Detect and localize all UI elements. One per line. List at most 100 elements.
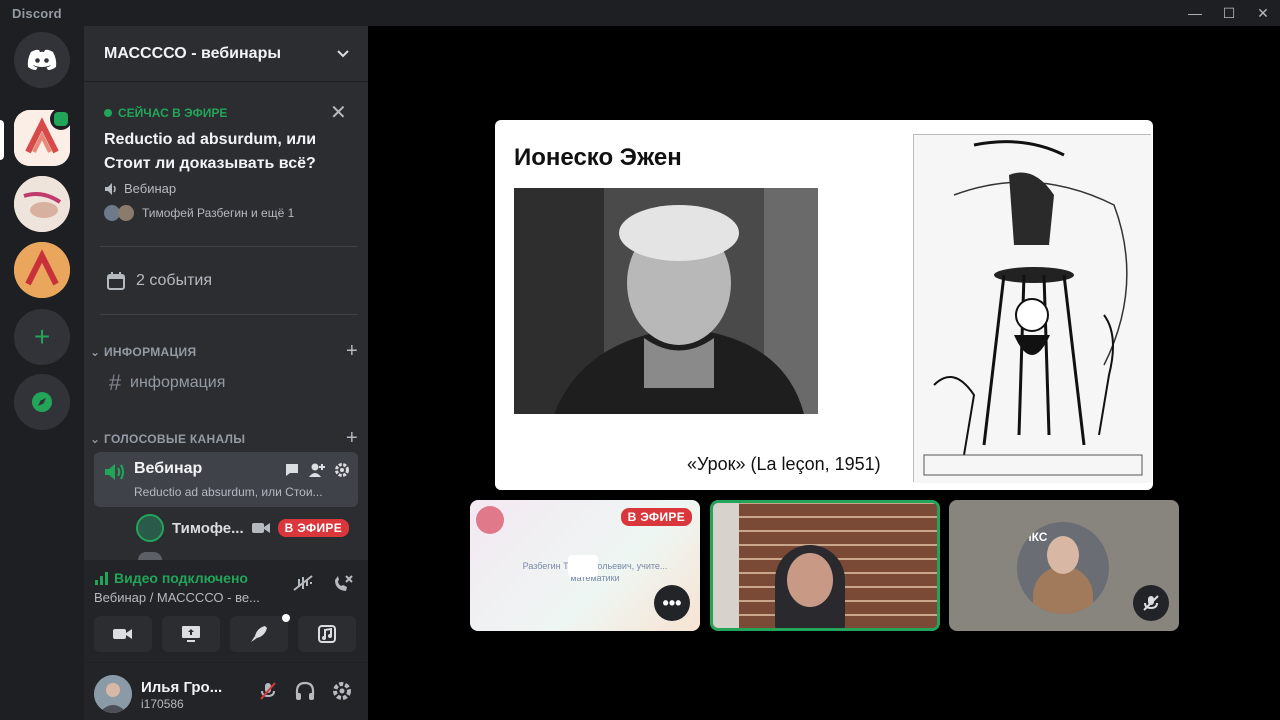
app-name: Discord [12, 5, 62, 21]
connection-status[interactable]: Видео подключено [94, 570, 248, 586]
screen-share-button[interactable] [162, 616, 220, 652]
rocket-icon [251, 626, 267, 642]
disconnect-icon[interactable] [332, 574, 354, 594]
signal-icon [95, 572, 108, 585]
speaker-icon [105, 182, 116, 195]
avatar [136, 514, 164, 542]
connection-location[interactable]: Вебинар / МАССССО - ве... [94, 590, 260, 605]
video-feed-window [713, 503, 739, 628]
participant-tile-speaking[interactable] [710, 500, 940, 631]
category-voice[interactable]: ⌄ ГОЛОСОВЫЕ КАНАЛЫ + [90, 427, 358, 450]
compass-icon [32, 392, 52, 412]
poster-illustration [913, 134, 1152, 483]
server-name: МАССССО - вебинары [104, 44, 281, 62]
camera-button[interactable] [94, 616, 152, 652]
video-camera-icon [251, 523, 270, 533]
event-participants[interactable]: Тимофей Разбегин и ещё 1 [104, 205, 294, 221]
live-badge: В ЭФИРЕ [620, 508, 692, 526]
divider [100, 314, 358, 315]
maximize-button[interactable]: ☐ [1212, 0, 1246, 26]
server-3[interactable] [14, 242, 70, 298]
mic-muted-icon [1133, 585, 1169, 621]
activities-button[interactable] [230, 614, 290, 652]
server-header[interactable]: МАССССО - вебинары [84, 26, 368, 82]
hash-icon: # [108, 370, 122, 395]
chevron-down-icon: ⌄ [90, 431, 104, 446]
server-2[interactable] [14, 176, 70, 232]
speaker-icon [105, 464, 124, 480]
poster-drawing-icon [914, 135, 1152, 483]
portrait-image-icon [514, 188, 818, 414]
selected-server-pill [0, 120, 4, 160]
avatar [138, 552, 162, 560]
soundboard-icon [318, 625, 336, 643]
calendar-icon [107, 272, 125, 290]
user-tag: i170586 [141, 697, 184, 711]
invite-user-icon[interactable] [308, 462, 326, 478]
noise-suppression-icon[interactable] [292, 574, 314, 592]
live-now-label: СЕЙЧАС В ЭФИРЕ [104, 106, 227, 120]
server-rail: + [0, 26, 84, 720]
chevron-down-icon [337, 49, 349, 57]
add-server-button[interactable]: + [14, 309, 70, 365]
screen-share-stream[interactable]: Ионеско Эжен «Урок» (La leçon, 1951) [495, 120, 1153, 490]
chat-icon[interactable] [284, 462, 300, 478]
video-camera-icon [568, 555, 598, 577]
slide-caption: «Урок» (La leçon, 1951) [687, 454, 881, 474]
screen-share-icon [182, 626, 200, 642]
channel-info[interactable]: # информация [94, 370, 358, 396]
server-avatar-icon [14, 176, 70, 232]
user-controls [258, 681, 352, 701]
avatar [118, 205, 134, 221]
portrait-photo [514, 188, 818, 414]
media-buttons [94, 614, 356, 652]
window-controls: — ☐ ✕ [1178, 0, 1280, 26]
channel-logo-icon [476, 506, 504, 534]
more-options-button[interactable]: ••• [654, 585, 690, 621]
gear-icon[interactable] [334, 462, 350, 478]
avatar-text: ИКС [1023, 530, 1048, 544]
home-button[interactable] [14, 32, 70, 88]
voice-channel-actions [284, 462, 350, 478]
divider [100, 246, 358, 247]
category-info[interactable]: ⌄ ИНФОРМАЦИЯ + [90, 340, 358, 363]
voice-user-name: Тимофе... [172, 519, 244, 537]
minimize-button[interactable]: — [1178, 0, 1212, 26]
chevron-down-icon: ⌄ [90, 344, 104, 359]
event-type: Вебинар [104, 181, 176, 196]
user-name[interactable]: Илья Гро... [141, 679, 222, 696]
live-badge: В ЭФИРЕ [277, 519, 350, 537]
live-dot-icon [104, 109, 112, 117]
explore-servers-button[interactable] [14, 374, 70, 430]
voice-connection-panel: Видео подключено Вебинар / МАССССО - ве.… [84, 560, 368, 663]
server-logo-icon [14, 242, 70, 298]
user-panel: Илья Гро... i170586 [84, 663, 368, 720]
voice-channel-name: Вебинар [134, 460, 203, 477]
mic-muted-icon[interactable] [258, 681, 278, 701]
soundboard-button[interactable] [298, 616, 356, 652]
slide-title: Ионеско Эжен [514, 144, 682, 171]
voice-channel-status: Reductio ad absurdum, или Стои... [134, 485, 323, 499]
title-bar: Discord — ☐ ✕ [0, 0, 1280, 26]
user-avatar-icon [94, 675, 132, 713]
event-title[interactable]: Reductio ad absurdum, или Стоит ли доказ… [104, 128, 344, 176]
event-badge-icon [50, 108, 72, 130]
gear-icon[interactable] [332, 681, 352, 701]
voice-channel-webinar[interactable]: Вебинар Reductio ad absurdum, или Стои..… [94, 452, 358, 507]
plus-icon: + [33, 321, 51, 352]
participant-tile-stream[interactable]: В ЭФИРЕ Разбегин Т... Анатольевич, учите… [470, 500, 700, 631]
participant-tile-avatar[interactable]: ИКС [949, 500, 1179, 631]
discord-logo-icon [27, 49, 57, 70]
participant-face [787, 553, 833, 607]
voice-user[interactable]: Тимофе... В ЭФИРЕ [136, 514, 358, 542]
add-channel-icon[interactable]: + [346, 427, 358, 450]
video-camera-icon [113, 629, 132, 639]
notification-dot [282, 614, 290, 622]
headphones-icon[interactable] [294, 681, 316, 701]
avatar[interactable] [94, 675, 132, 713]
connection-actions [292, 574, 354, 594]
events-link[interactable]: 2 события [100, 265, 360, 297]
add-channel-icon[interactable]: + [346, 340, 358, 363]
close-window-button[interactable]: ✕ [1246, 0, 1280, 26]
avatar: ИКС [1017, 522, 1109, 614]
